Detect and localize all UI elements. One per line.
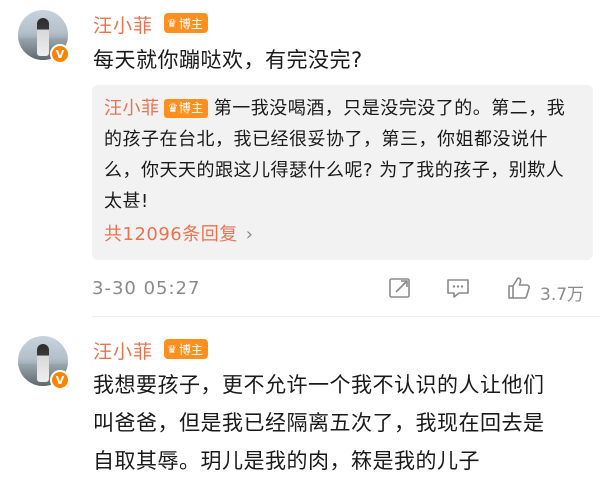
comment-text: 我想要孩子，更不允许一个我不认识的人让他们 叫爸爸，但是我已经隔离五次了，我现在… [93,366,545,480]
crown-icon: ♛ [167,101,179,115]
blogger-badge: ♛ 博主 [164,339,208,359]
crown-icon: ♛ [167,342,177,356]
comment-text: 每天就你蹦哒欢，有完没完? [93,48,363,72]
like-count: 3.7万 [540,285,585,305]
reply-badge-label: 博主 [178,101,204,115]
blogger-badge: ♛ 博主 [164,13,208,33]
comment-text-line: 叫爸爸，但是我已经隔离五次了，我现在回去是 [93,411,545,435]
comment-username[interactable]: 汪小菲 [93,11,153,38]
divider [92,316,600,317]
like-thumb-icon[interactable] [505,274,533,302]
repost-icon[interactable] [386,274,414,302]
blogger-badge-label: 博主 [178,342,203,357]
weibo-comment-thread: V 汪小菲 ♛ 博主 每天就你蹦哒欢，有完没完? 汪小菲 ♛博主 第一我没喝酒，只是… [0,0,600,491]
comment-text-line: 自取其辱。玥儿是我的肉，箖是我的儿子 [93,449,480,473]
blogger-badge-label: 博主 [178,16,203,31]
view-replies-link[interactable]: 共12096条回复 › [104,220,253,246]
comment-icon[interactable] [444,274,472,302]
reply-preview[interactable]: 汪小菲 ♛博主 第一我没喝酒，只是没完没了的。第二，我的孩子在台北，我已经很妥协了，… [92,85,593,260]
reply-username[interactable]: 汪小菲 [104,98,160,119]
verified-v-icon: V [50,44,70,64]
reply-text-block: 汪小菲 ♛博主 第一我没喝酒，只是没完没了的。第二，我的孩子在台北，我已经很妥协了，… [104,93,581,217]
reply-count-label: 共12096条回复 [104,224,238,245]
crown-icon: ♛ [167,16,177,30]
comment-username[interactable]: 汪小菲 [93,337,153,364]
comment-timestamp: 3-30 05:27 [92,278,201,299]
chevron-right-icon: › [245,224,254,245]
reply-blogger-badge: ♛博主 [163,99,208,118]
comment-text-line: 我想要孩子，更不允许一个我不认识的人让他们 [93,373,545,397]
verified-v-icon: V [50,370,70,390]
